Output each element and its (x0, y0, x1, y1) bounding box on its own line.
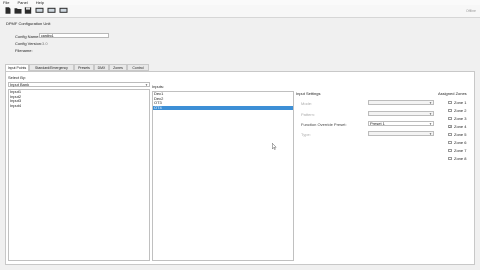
toolbar: Offline (0, 5, 480, 18)
select-by-dropdown[interactable]: Input Bank ▼ (8, 82, 150, 87)
input-settings-title: Input Settings (296, 91, 321, 96)
chevron-down-icon: ▼ (145, 83, 148, 87)
list-item-selected[interactable]: OT4 (153, 105, 293, 111)
zone-label: Zone 8 (454, 156, 467, 161)
connection-status: Offline (465, 9, 476, 13)
zone-6-check[interactable] (448, 140, 452, 144)
config-group-title: DPMF Configuration Unit (6, 21, 51, 26)
preset-value: Preset 1 (370, 121, 385, 126)
new-file-icon[interactable] (4, 7, 12, 14)
function-override-preset-label: Function Override Preset: (301, 122, 347, 127)
zone-label: Zone 7 (454, 148, 467, 153)
upload-icon[interactable] (35, 7, 44, 14)
mode-dropdown[interactable]: ▼ (368, 100, 434, 105)
function-override-preset-dropdown[interactable]: Preset 1 ▼ (368, 121, 434, 126)
chevron-down-icon: ▼ (429, 112, 432, 116)
mode-label: Mode: (301, 101, 313, 106)
mouse-cursor-icon (272, 143, 277, 150)
zone-label: Zone 2 (454, 108, 467, 113)
config-name-input[interactable] (39, 33, 109, 38)
zone-4-check[interactable]: ✓ (448, 124, 452, 128)
download-icon[interactable] (47, 7, 56, 14)
zone-8-check[interactable] (448, 156, 452, 160)
inputs-list[interactable]: Dec1 Dec2 OT3 OT4 (152, 91, 294, 261)
config-version-value: 3.0 (42, 41, 48, 46)
zone-3-check[interactable] (448, 116, 452, 120)
list-item[interactable]: Input4 (9, 103, 149, 109)
zone-1-check[interactable] (448, 100, 452, 104)
select-by-label: Select By: (8, 75, 27, 80)
open-folder-icon[interactable] (14, 7, 22, 14)
zone-7-check[interactable] (448, 148, 452, 152)
chevron-down-icon: ▼ (429, 122, 432, 126)
zone-5-check[interactable] (448, 132, 452, 136)
tab-control[interactable]: Control (127, 64, 149, 71)
assigned-zones-title: Assigned Zones (438, 91, 467, 96)
config-version-label: Config Version: (15, 41, 43, 46)
zone-label: Zone 5 (454, 132, 467, 137)
pattern-label: Pattern: (301, 112, 316, 117)
zone-label: Zone 3 (454, 116, 467, 121)
type-dropdown[interactable]: ▼ (368, 131, 434, 136)
config-group: DPMF Configuration Unit Config Name: Con… (5, 21, 115, 57)
tab-dmx[interactable]: DMX (94, 64, 109, 71)
config-name-label: Config Name: (15, 34, 40, 39)
zone-2-check[interactable] (448, 108, 452, 112)
input-points-panel: Select By: Input Bank ▼ Input1 Input2 In… (5, 71, 475, 265)
save-icon[interactable] (24, 7, 32, 14)
tab-zones[interactable]: Zones (109, 64, 127, 71)
monitor-icon[interactable] (59, 7, 68, 14)
chevron-down-icon: ▼ (429, 132, 432, 136)
pattern-dropdown[interactable]: ▼ (368, 111, 434, 116)
zone-label: Zone 1 (454, 100, 467, 105)
filename-label: Filename: (15, 48, 33, 53)
tab-standard-emergency[interactable]: Standard/Emergency (29, 64, 74, 71)
bank-list[interactable]: Input1 Input2 Input3 Input4 (8, 89, 150, 261)
zone-label: Zone 6 (454, 140, 467, 145)
inputs-label: Inputs: (152, 84, 165, 89)
zone-label: Zone 4 (454, 124, 467, 129)
select-by-value: Input Bank (10, 82, 30, 87)
tab-presets[interactable]: Presets (74, 64, 94, 71)
type-label: Type: (301, 132, 311, 137)
chevron-down-icon: ▼ (429, 101, 432, 105)
